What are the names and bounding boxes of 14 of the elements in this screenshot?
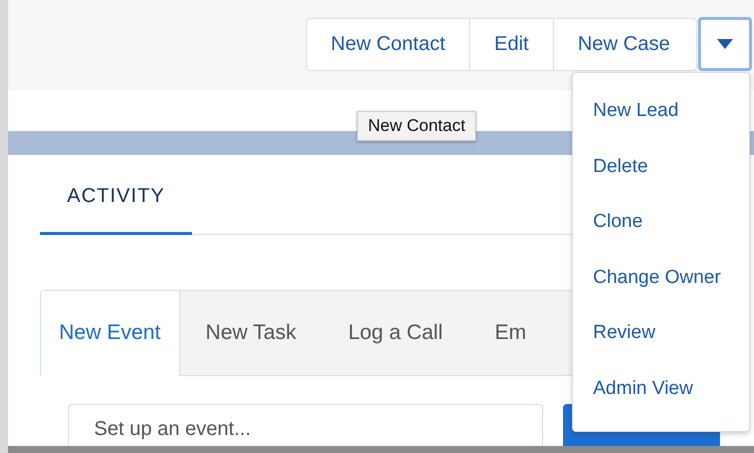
activity-type-tab[interactable]: New Task (180, 290, 322, 376)
activity-tab[interactable]: ACTIVITY (40, 185, 192, 235)
caret-icon (717, 39, 733, 49)
tooltip: New Contact (357, 111, 476, 141)
menu-item[interactable]: Admin View (573, 378, 749, 434)
menu-item[interactable]: New Lead (573, 100, 749, 156)
menu-item[interactable]: Delete (573, 156, 749, 212)
activity-type-tab[interactable]: Log a Call (322, 290, 469, 376)
activity-type-tab[interactable]: New Event (40, 290, 180, 376)
more-actions-button[interactable] (698, 17, 752, 71)
header-button[interactable]: Edit (470, 19, 554, 70)
menu-item[interactable]: Clone (573, 211, 749, 267)
header-button[interactable]: New Case (554, 19, 696, 70)
header-button[interactable]: New Contact (306, 19, 470, 70)
